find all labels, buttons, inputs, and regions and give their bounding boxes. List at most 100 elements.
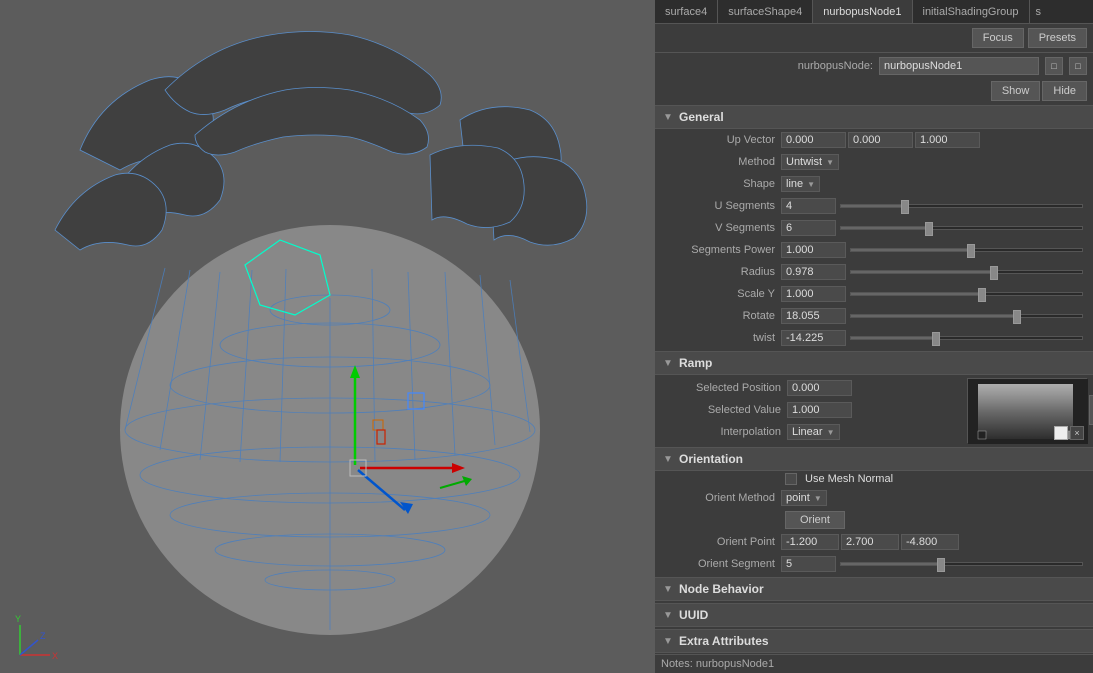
- up-vector-z-input[interactable]: [915, 132, 980, 148]
- v-segments-label: V Segments: [661, 222, 781, 234]
- scale-y-row: Scale Y: [655, 283, 1093, 305]
- u-segments-input[interactable]: [781, 198, 836, 214]
- method-dropdown[interactable]: Untwist ▼: [781, 154, 839, 170]
- interpolation-label: Interpolation: [667, 426, 787, 438]
- tab-nurbopusnode1[interactable]: nurbopusNode1: [813, 0, 912, 23]
- u-segments-row: U Segments: [655, 195, 1093, 217]
- radius-slider-container: [846, 270, 1087, 274]
- viewport[interactable]: X Y Z: [0, 0, 655, 673]
- shape-value: line: [786, 178, 803, 190]
- selected-value-input[interactable]: [787, 402, 852, 418]
- extra-attributes-arrow-icon: ▼: [661, 634, 675, 648]
- twist-row: twist: [655, 327, 1093, 349]
- ramp-white-btn[interactable]: [1054, 426, 1068, 440]
- shape-dropdown-arrow: ▼: [807, 180, 815, 189]
- general-section-header[interactable]: ▼ General: [655, 105, 1093, 129]
- orient-point-label: Orient Point: [661, 536, 781, 548]
- ramp-container: Selected Position Selected Value Interpo…: [655, 375, 1093, 445]
- orient-segment-label: Orient Segment: [661, 558, 781, 570]
- orient-segment-input[interactable]: [781, 556, 836, 572]
- segments-power-slider[interactable]: [850, 248, 1083, 252]
- u-segments-label: U Segments: [661, 200, 781, 212]
- node-input[interactable]: [879, 57, 1039, 75]
- shape-dropdown[interactable]: line ▼: [781, 176, 820, 192]
- node-label: nurbopusNode:: [798, 60, 873, 72]
- show-hide-row: Show Hide: [655, 79, 1093, 103]
- orientation-section-title: Orientation: [679, 452, 743, 466]
- scale-y-input[interactable]: [781, 286, 846, 302]
- twist-slider[interactable]: [850, 336, 1083, 340]
- orient-segment-slider-container: [836, 562, 1087, 566]
- uuid-section-header[interactable]: ▼ UUID: [655, 603, 1093, 627]
- node-icon-btn-1[interactable]: □: [1045, 57, 1063, 75]
- segments-power-label: Segments Power: [661, 244, 781, 256]
- general-arrow-icon: ▼: [661, 110, 675, 124]
- segments-power-row: Segments Power: [655, 239, 1093, 261]
- ramp-controls: ×: [1054, 426, 1084, 440]
- use-mesh-normal-row: Use Mesh Normal: [655, 471, 1093, 487]
- extra-attributes-section-title: Extra Attributes: [679, 634, 769, 648]
- orient-point-x-input[interactable]: [781, 534, 839, 550]
- twist-input[interactable]: [781, 330, 846, 346]
- orient-method-dropdown[interactable]: point ▼: [781, 490, 827, 506]
- tab-initialshadinggroup[interactable]: initialShadingGroup: [913, 0, 1030, 23]
- method-value: Untwist: [786, 156, 822, 168]
- orientation-arrow-icon: ▼: [661, 452, 675, 466]
- interpolation-row: Interpolation Linear ▼: [661, 421, 963, 443]
- scale-y-slider-container: [846, 292, 1087, 296]
- method-dropdown-arrow: ▼: [826, 158, 834, 167]
- interpolation-dropdown[interactable]: Linear ▼: [787, 424, 840, 440]
- orient-segment-slider[interactable]: [840, 562, 1083, 566]
- ramp-section-header[interactable]: ▼ Ramp: [655, 351, 1093, 375]
- ramp-arrow-icon: ▼: [661, 356, 675, 370]
- orient-point-row: Orient Point: [655, 531, 1093, 553]
- selected-position-input[interactable]: [787, 380, 852, 396]
- presets-button[interactable]: Presets: [1028, 28, 1087, 48]
- node-behavior-section-header[interactable]: ▼ Node Behavior: [655, 577, 1093, 601]
- rotate-input[interactable]: [781, 308, 846, 324]
- tab-surfaceshape4[interactable]: surfaceShape4: [718, 0, 813, 23]
- v-segments-input[interactable]: [781, 220, 836, 236]
- node-behavior-arrow-icon: ▼: [661, 582, 675, 596]
- radius-slider[interactable]: [850, 270, 1083, 274]
- u-segments-slider[interactable]: [840, 204, 1083, 208]
- viewport-canvas: X Y Z: [0, 0, 655, 673]
- up-vector-x-input[interactable]: [781, 132, 846, 148]
- panel-content[interactable]: ▼ General Up Vector Method Untwist ▼ Sha…: [655, 103, 1093, 654]
- orient-button[interactable]: Orient: [785, 511, 845, 529]
- orientation-section-header[interactable]: ▼ Orientation: [655, 447, 1093, 471]
- twist-label: twist: [661, 332, 781, 344]
- rotate-slider[interactable]: [850, 314, 1083, 318]
- orient-point-y-input[interactable]: [841, 534, 899, 550]
- segments-power-input[interactable]: [781, 242, 846, 258]
- ramp-expand-button[interactable]: >: [1089, 395, 1093, 425]
- tab-more[interactable]: s: [1030, 0, 1048, 23]
- up-vector-label: Up Vector: [661, 134, 781, 146]
- scale-y-label: Scale Y: [661, 288, 781, 300]
- uuid-arrow-icon: ▼: [661, 608, 675, 622]
- node-icon-btn-2[interactable]: □: [1069, 57, 1087, 75]
- scale-y-slider[interactable]: [850, 292, 1083, 296]
- ramp-props: Selected Position Selected Value Interpo…: [661, 377, 963, 443]
- node-row: nurbopusNode: □ □: [655, 53, 1093, 79]
- v-segments-slider-container: [836, 226, 1087, 230]
- focus-button[interactable]: Focus: [972, 28, 1024, 48]
- v-segments-slider[interactable]: [840, 226, 1083, 230]
- ramp-widget[interactable]: ×: [967, 378, 1087, 443]
- svg-text:X: X: [52, 651, 58, 661]
- radius-input[interactable]: [781, 264, 846, 280]
- extra-attributes-section-header[interactable]: ▼ Extra Attributes: [655, 629, 1093, 653]
- ramp-delete-btn[interactable]: ×: [1070, 426, 1084, 440]
- radius-row: Radius: [655, 261, 1093, 283]
- tab-surface4[interactable]: surface4: [655, 0, 718, 23]
- axis-indicator: X Y Z: [10, 610, 65, 668]
- use-mesh-normal-label: Use Mesh Normal: [805, 473, 893, 485]
- orient-method-row: Orient Method point ▼: [655, 487, 1093, 509]
- notes-value: nurbopusNode1: [696, 658, 774, 670]
- use-mesh-normal-checkbox[interactable]: [785, 473, 797, 485]
- hide-button[interactable]: Hide: [1042, 81, 1087, 101]
- orient-point-z-input[interactable]: [901, 534, 959, 550]
- up-vector-y-input[interactable]: [848, 132, 913, 148]
- method-row: Method Untwist ▼: [655, 151, 1093, 173]
- show-button[interactable]: Show: [991, 81, 1041, 101]
